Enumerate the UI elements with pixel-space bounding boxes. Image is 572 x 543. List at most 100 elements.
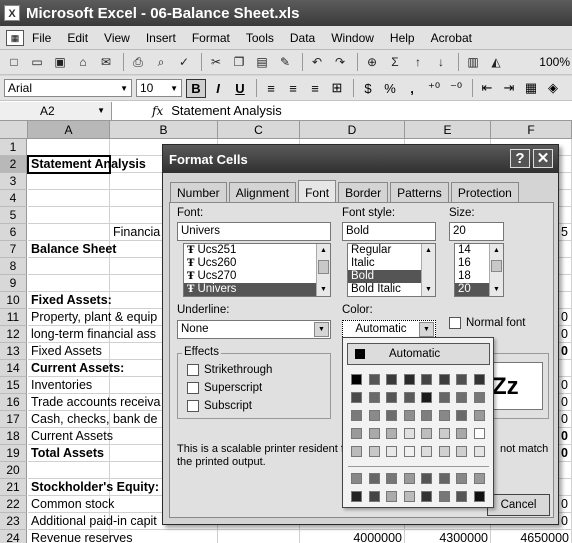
row-header-24[interactable]: 24 <box>0 530 27 543</box>
font-name-list[interactable]: Ŧ Ucs251 Ŧ Ucs260 Ŧ Ucs270 Ŧ Univers ▲ ▼ <box>183 243 331 297</box>
font-style-field[interactable]: Bold <box>342 222 436 241</box>
cell-value[interactable]: 4650000 <box>491 530 572 543</box>
color-swatch[interactable] <box>473 410 485 421</box>
color-swatch[interactable] <box>368 428 380 439</box>
menu-acrobat[interactable]: Acrobat <box>431 31 472 45</box>
color-swatch[interactable] <box>386 392 397 403</box>
checkbox[interactable] <box>187 382 199 394</box>
align-center-icon[interactable]: ≡ <box>283 79 303 98</box>
color-swatch[interactable] <box>438 491 450 502</box>
font-list-scrollbar[interactable]: ▲ ▼ <box>316 244 330 296</box>
row-header-11[interactable]: 11 <box>0 309 27 326</box>
normal-font-checkbox[interactable]: Normal font <box>449 317 525 329</box>
color-swatch[interactable] <box>368 473 380 484</box>
tab-alignment[interactable]: Alignment <box>228 182 297 203</box>
increase-decimal-icon[interactable]: ⁺⁰ <box>424 79 444 98</box>
column-header-a[interactable]: A <box>28 121 110 139</box>
superscript-checkbox[interactable]: Superscript <box>187 382 262 394</box>
sort-descending-icon[interactable]: ↓ <box>431 53 451 71</box>
increase-indent-icon[interactable]: ⇥ <box>499 79 519 98</box>
align-right-icon[interactable]: ≡ <box>305 79 325 98</box>
scroll-thumb[interactable] <box>491 260 502 272</box>
tab-number[interactable]: Number <box>170 182 227 203</box>
color-swatch[interactable] <box>456 428 467 439</box>
paste-icon[interactable]: ▤ <box>252 53 272 71</box>
size-field[interactable]: 20 <box>449 222 504 241</box>
column-header-c[interactable]: C <box>218 121 300 139</box>
row-header-15[interactable]: 15 <box>0 377 27 394</box>
cell-text[interactable]: Revenue reserves <box>28 530 218 543</box>
list-item[interactable]: Ŧ Ucs270 <box>184 270 330 283</box>
fill-color-icon[interactable]: ◈ <box>543 79 563 98</box>
color-swatch[interactable] <box>473 392 485 403</box>
help-button[interactable]: ? <box>510 149 530 168</box>
font-name-field[interactable]: Univers <box>177 222 331 241</box>
menu-window[interactable]: Window <box>331 31 374 45</box>
permission-icon[interactable]: ⌂ <box>73 53 93 71</box>
comma-button[interactable]: , <box>402 79 422 98</box>
menu-view[interactable]: View <box>104 31 130 45</box>
color-swatch[interactable] <box>438 392 450 403</box>
color-swatch[interactable] <box>456 491 467 502</box>
style-list-scrollbar[interactable]: ▲ ▼ <box>421 244 435 296</box>
checkbox[interactable] <box>187 400 199 412</box>
font-style-list[interactable]: Regular Italic Bold Bold Italic ▲ ▼ <box>347 243 436 297</box>
cell-value[interactable]: 4300000 <box>405 530 491 543</box>
copy-icon[interactable]: ❐ <box>229 53 249 71</box>
color-swatch[interactable] <box>403 374 415 385</box>
percent-button[interactable]: % <box>380 79 400 98</box>
row-header-23[interactable]: 23 <box>0 513 27 530</box>
save-icon[interactable]: ▣ <box>50 53 70 71</box>
cell-value-partial[interactable]: 0 <box>561 344 568 358</box>
color-swatch[interactable] <box>386 374 397 385</box>
column-header-e[interactable]: E <box>405 121 491 139</box>
cell-value-partial[interactable]: 0 <box>561 429 568 443</box>
autosum-icon[interactable]: Σ <box>385 53 405 71</box>
row-header-18[interactable]: 18 <box>0 428 27 445</box>
column-header-b[interactable]: B <box>110 121 218 139</box>
row-header-10[interactable]: 10 <box>0 292 27 309</box>
color-swatch[interactable] <box>351 491 362 502</box>
print-icon[interactable]: ⎙ <box>128 53 148 71</box>
print-preview-icon[interactable]: ⌕ <box>151 53 171 71</box>
color-swatch[interactable] <box>386 428 397 439</box>
cell-value[interactable]: 4000000 <box>300 530 405 543</box>
cut-icon[interactable]: ✂ <box>206 53 226 71</box>
new-icon[interactable]: □ <box>4 53 24 71</box>
zoom-level[interactable]: 100% <box>539 55 570 69</box>
column-header-d[interactable]: D <box>300 121 405 139</box>
color-swatch[interactable] <box>473 374 485 385</box>
color-swatch[interactable] <box>456 473 467 484</box>
color-swatch[interactable] <box>456 446 467 457</box>
color-swatch[interactable] <box>421 392 432 403</box>
color-swatch[interactable] <box>473 473 485 484</box>
menu-edit[interactable]: Edit <box>67 31 88 45</box>
color-swatch[interactable] <box>421 446 432 457</box>
undo-icon[interactable]: ↶ <box>307 53 327 71</box>
drawing-icon[interactable]: ◭ <box>486 53 506 71</box>
format-painter-icon[interactable]: ✎ <box>275 53 295 71</box>
decrease-indent-icon[interactable]: ⇤ <box>477 79 497 98</box>
row-header-12[interactable]: 12 <box>0 326 27 343</box>
color-swatch[interactable] <box>473 446 485 457</box>
color-swatch[interactable] <box>351 410 362 421</box>
color-swatch[interactable] <box>368 410 380 421</box>
font-name-combo[interactable]: Arial ▼ <box>4 79 132 97</box>
scroll-down-icon[interactable]: ▼ <box>490 283 503 296</box>
strikethrough-checkbox[interactable]: Strikethrough <box>187 364 272 376</box>
cell-value-partial[interactable]: 0 <box>561 310 568 324</box>
checkbox[interactable] <box>187 364 199 376</box>
tab-protection[interactable]: Protection <box>450 182 519 203</box>
menu-tools[interactable]: Tools <box>246 31 274 45</box>
row-header-8[interactable]: 8 <box>0 258 27 275</box>
color-swatch[interactable] <box>421 428 432 439</box>
formula-input[interactable]: Statement Analysis <box>171 103 282 118</box>
list-item[interactable]: Ŧ Ucs260 <box>184 257 330 270</box>
cell-value-partial[interactable]: 0 <box>561 446 568 460</box>
menu-insert[interactable]: Insert <box>146 31 176 45</box>
underline-select[interactable]: None ▼ <box>177 320 331 339</box>
color-swatch[interactable] <box>456 374 467 385</box>
color-swatch[interactable] <box>386 446 397 457</box>
color-swatch[interactable] <box>438 473 450 484</box>
color-swatch[interactable] <box>421 491 432 502</box>
